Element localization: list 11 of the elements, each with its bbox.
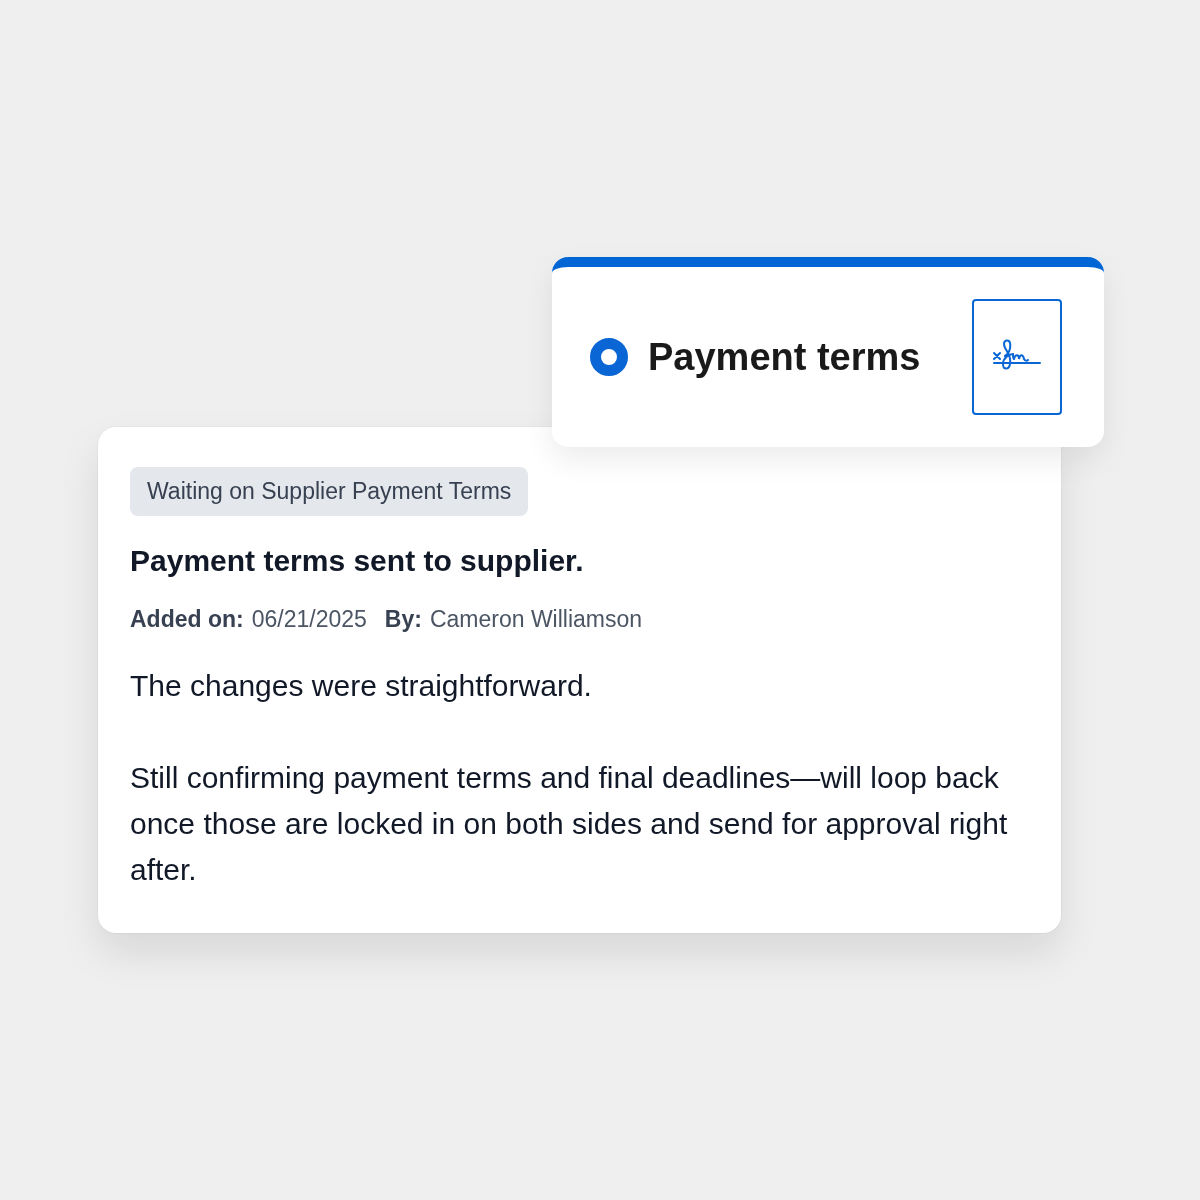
note-text: The changes were straightforward. (130, 668, 593, 704)
status-tag: Waiting on Supplier Payment Terms (130, 467, 529, 516)
note-title: Payment terms sent to supplier. (130, 544, 585, 578)
meta-value: 06/21/2025 (251, 606, 367, 633)
radio-button[interactable] (590, 338, 628, 376)
meta-label: Added on: (130, 606, 244, 633)
task-title: Payment terms (648, 335, 922, 379)
meta-label: By: (384, 606, 422, 633)
note-text: Still confirming payment terms and final deadlines—will loop back once those are locked in on both sides and send for approval right after. (130, 760, 1009, 888)
meta-value: Cameron Williamson (429, 606, 643, 633)
signature-document-icon (972, 299, 1062, 415)
